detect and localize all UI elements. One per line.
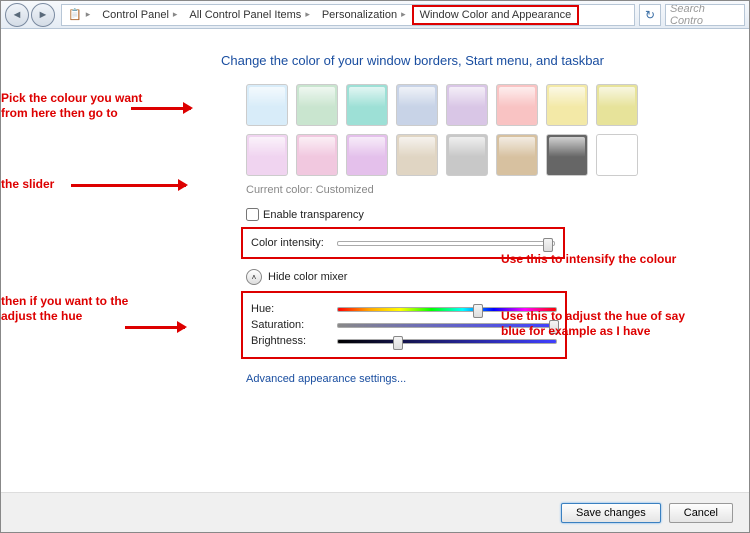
color-swatch-grid (246, 84, 686, 176)
color-swatch[interactable] (446, 134, 488, 176)
back-button[interactable]: ◄ (5, 3, 29, 27)
crumb-control-panel[interactable]: Control Panel▸ (96, 9, 183, 21)
color-swatch[interactable] (396, 84, 438, 126)
arrow-icon (125, 326, 185, 329)
transparency-checkbox[interactable] (246, 208, 259, 221)
page-title: Change the color of your window borders,… (221, 53, 709, 68)
color-swatch[interactable] (396, 134, 438, 176)
color-swatch[interactable] (546, 134, 588, 176)
current-color-label: Current color: Customized (246, 184, 709, 196)
color-swatch[interactable] (496, 134, 538, 176)
forward-button[interactable]: ► (31, 3, 55, 27)
advanced-appearance-link[interactable]: Advanced appearance settings... (246, 373, 709, 385)
breadcrumb[interactable]: 📋▸ Control Panel▸ All Control Panel Item… (61, 4, 635, 26)
color-swatch[interactable] (296, 134, 338, 176)
hide-color-mixer-toggle[interactable]: ˄ Hide color mixer (246, 269, 709, 285)
chevron-up-icon: ˄ (246, 269, 262, 285)
refresh-button[interactable]: ↻ (639, 4, 661, 26)
color-swatch[interactable] (346, 134, 388, 176)
button-bar: Save changes Cancel (1, 492, 749, 532)
search-input[interactable]: Search Contro (665, 4, 745, 26)
brightness-slider[interactable] (337, 339, 557, 344)
crumb-all-items[interactable]: All Control Panel Items▸ (183, 9, 315, 21)
annotation-pick-color: Pick the colour you want from here then … (1, 91, 156, 121)
hue-label: Hue: (251, 303, 331, 315)
color-swatch[interactable] (596, 84, 638, 126)
address-bar: ◄ ► 📋▸ Control Panel▸ All Control Panel … (1, 1, 749, 29)
intensity-label: Color intensity: (251, 237, 331, 249)
annotation-slider: the slider (1, 177, 54, 192)
color-swatch[interactable] (246, 134, 288, 176)
intensity-slider[interactable] (337, 241, 555, 246)
color-swatch[interactable] (446, 84, 488, 126)
brightness-label: Brightness: (251, 335, 331, 347)
color-swatch[interactable] (246, 84, 288, 126)
crumb-personalization[interactable]: Personalization▸ (316, 9, 412, 21)
annotation-intensify: Use this to intensify the colour (501, 252, 676, 267)
enable-transparency-checkbox[interactable]: Enable transparency (246, 208, 709, 221)
color-swatch[interactable] (346, 84, 388, 126)
arrow-icon (71, 184, 186, 187)
annotation-hue-blue: Use this to adjust the hue of say blue f… (501, 309, 701, 339)
cancel-button[interactable]: Cancel (669, 503, 733, 523)
save-button[interactable]: Save changes (561, 503, 661, 523)
color-swatch[interactable] (596, 134, 638, 176)
color-swatch[interactable] (496, 84, 538, 126)
color-swatch[interactable] (546, 84, 588, 126)
saturation-label: Saturation: (251, 319, 331, 331)
annotation-adjust-hue: then if you want to the adjust the hue (1, 294, 166, 324)
arrow-icon (131, 107, 191, 110)
folder-icon: 📋▸ (62, 8, 96, 21)
crumb-window-color[interactable]: Window Color and Appearance (412, 5, 580, 25)
color-swatch[interactable] (296, 84, 338, 126)
